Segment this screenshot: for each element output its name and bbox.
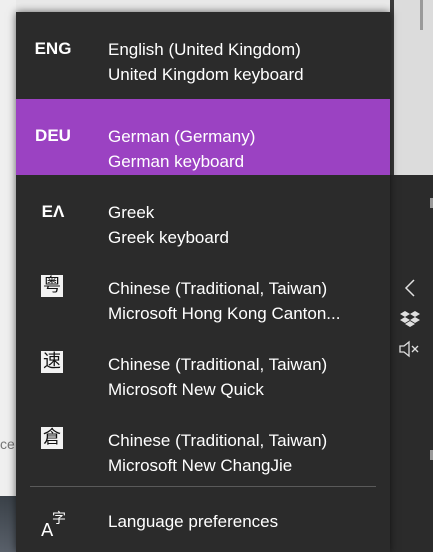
ime-cantonese-icon: 粤 — [41, 275, 63, 297]
desktop-background-left: ce — [0, 0, 16, 496]
language-name: Chinese (Traditional, Taiwan) — [108, 279, 328, 298]
keyboard-layout-name: German keyboard — [108, 152, 245, 171]
ime-changjie-icon: 倉 — [41, 427, 63, 449]
clipped-text: ce — [0, 436, 15, 452]
input-language-flyout: ENG English (United Kingdom) United King… — [16, 12, 390, 552]
taskbar-left — [0, 496, 16, 552]
language-icon: A 字 — [41, 511, 66, 538]
desktop-background-top — [0, 0, 433, 12]
ime-quick-icon: 速 — [41, 351, 63, 373]
language-item-eng[interactable]: ENG English (United Kingdom) United King… — [16, 12, 390, 88]
keyboard-layout-name: Microsoft Hong Kong Canton... — [108, 304, 341, 323]
language-name: German (Germany) — [108, 127, 256, 146]
language-name: Chinese (Traditional, Taiwan) — [108, 431, 328, 450]
language-abbreviation: DEU — [35, 126, 71, 145]
keyboard-layout-name: Microsoft New Quick — [108, 380, 264, 399]
language-preferences-label: Language preferences — [108, 512, 279, 531]
language-name: English (United Kingdom) — [108, 40, 301, 59]
chevron-left-icon[interactable] — [404, 278, 416, 298]
language-preferences-link[interactable]: A 字 Language preferences — [16, 496, 390, 544]
language-abbreviation: ΕΛ — [41, 202, 65, 221]
speaker-muted-icon[interactable] — [398, 340, 422, 358]
language-abbreviation: ENG — [34, 39, 72, 58]
language-item-chinese-quick[interactable]: 速 Chinese (Traditional, Taiwan) Microsof… — [16, 327, 390, 403]
language-name: Chinese (Traditional, Taiwan) — [108, 355, 328, 374]
language-item-greek[interactable]: ΕΛ Greek Greek keyboard — [16, 175, 390, 251]
language-item-deu[interactable]: DEU German (Germany) German keyboard — [16, 99, 390, 175]
dropbox-icon[interactable] — [400, 310, 420, 328]
divider — [30, 486, 376, 487]
background-window — [390, 0, 433, 175]
keyboard-layout-name: Microsoft New ChangJie — [108, 456, 293, 475]
system-tray — [390, 0, 433, 552]
keyboard-layout-name: United Kingdom keyboard — [108, 65, 304, 84]
keyboard-layout-name: Greek keyboard — [108, 228, 229, 247]
svg-text:字: 字 — [52, 511, 66, 527]
language-name: Greek — [108, 203, 155, 222]
language-item-chinese-cantonese[interactable]: 粤 Chinese (Traditional, Taiwan) Microsof… — [16, 251, 390, 327]
language-item-chinese-changjie[interactable]: 倉 Chinese (Traditional, Taiwan) Microsof… — [16, 403, 390, 479]
